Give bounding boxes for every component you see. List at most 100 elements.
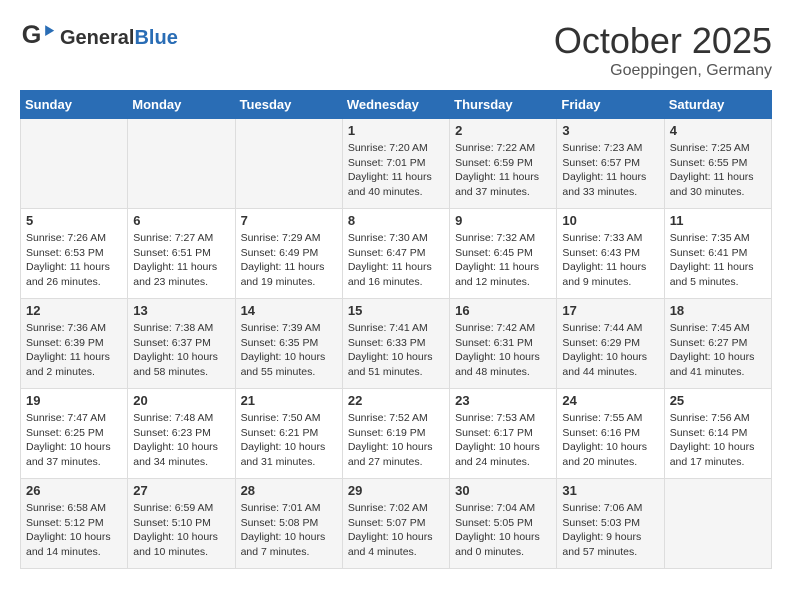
day-number: 28	[241, 483, 337, 498]
calendar-cell: 7 Sunrise: 7:29 AM Sunset: 6:49 PM Daylig…	[235, 209, 342, 299]
day-number: 13	[133, 303, 229, 318]
weekday-header-wednesday: Wednesday	[342, 91, 449, 119]
calendar-cell: 23 Sunrise: 7:53 AM Sunset: 6:17 PM Dayli…	[450, 389, 557, 479]
calendar-cell: 18 Sunrise: 7:45 AM Sunset: 6:27 PM Dayli…	[664, 299, 771, 389]
logo-general: General	[60, 27, 134, 49]
location: Goeppingen, Germany	[554, 62, 772, 80]
day-number: 27	[133, 483, 229, 498]
logo: G GeneralBlue	[20, 20, 178, 56]
calendar-cell: 10 Sunrise: 7:33 AM Sunset: 6:43 PM Dayli…	[557, 209, 664, 299]
day-info: Sunrise: 7:53 AM Sunset: 6:17 PM Dayligh…	[455, 411, 551, 470]
day-info: Sunrise: 7:26 AM Sunset: 6:53 PM Dayligh…	[26, 231, 122, 290]
day-info: Sunrise: 7:30 AM Sunset: 6:47 PM Dayligh…	[348, 231, 444, 290]
calendar-cell: 12 Sunrise: 7:36 AM Sunset: 6:39 PM Dayli…	[21, 299, 128, 389]
calendar-week-row: 26 Sunrise: 6:58 AM Sunset: 5:12 PM Dayli…	[21, 479, 772, 569]
calendar-cell	[21, 119, 128, 209]
calendar-week-row: 19 Sunrise: 7:47 AM Sunset: 6:25 PM Dayli…	[21, 389, 772, 479]
weekday-header-tuesday: Tuesday	[235, 91, 342, 119]
calendar-cell: 31 Sunrise: 7:06 AM Sunset: 5:03 PM Dayli…	[557, 479, 664, 569]
day-info: Sunrise: 7:01 AM Sunset: 5:08 PM Dayligh…	[241, 501, 337, 560]
day-number: 3	[562, 123, 658, 138]
day-number: 16	[455, 303, 551, 318]
logo-blue: Blue	[134, 27, 177, 49]
day-number: 10	[562, 213, 658, 228]
weekday-header-sunday: Sunday	[21, 91, 128, 119]
day-info: Sunrise: 7:29 AM Sunset: 6:49 PM Dayligh…	[241, 231, 337, 290]
calendar-cell: 8 Sunrise: 7:30 AM Sunset: 6:47 PM Daylig…	[342, 209, 449, 299]
calendar-cell: 28 Sunrise: 7:01 AM Sunset: 5:08 PM Dayli…	[235, 479, 342, 569]
day-number: 29	[348, 483, 444, 498]
day-info: Sunrise: 7:41 AM Sunset: 6:33 PM Dayligh…	[348, 321, 444, 380]
day-number: 15	[348, 303, 444, 318]
day-info: Sunrise: 7:06 AM Sunset: 5:03 PM Dayligh…	[562, 501, 658, 560]
day-number: 12	[26, 303, 122, 318]
weekday-header-saturday: Saturday	[664, 91, 771, 119]
day-number: 24	[562, 393, 658, 408]
day-info: Sunrise: 7:55 AM Sunset: 6:16 PM Dayligh…	[562, 411, 658, 470]
day-number: 17	[562, 303, 658, 318]
day-info: Sunrise: 7:52 AM Sunset: 6:19 PM Dayligh…	[348, 411, 444, 470]
day-number: 26	[26, 483, 122, 498]
day-number: 9	[455, 213, 551, 228]
calendar-cell: 29 Sunrise: 7:02 AM Sunset: 5:07 PM Dayli…	[342, 479, 449, 569]
day-number: 7	[241, 213, 337, 228]
month-title: October 2025	[554, 20, 772, 62]
day-number: 19	[26, 393, 122, 408]
day-info: Sunrise: 7:20 AM Sunset: 7:01 PM Dayligh…	[348, 141, 444, 200]
calendar-cell: 2Sunrise: 7:22 AM Sunset: 6:59 PM Daylig…	[450, 119, 557, 209]
day-info: Sunrise: 7:35 AM Sunset: 6:41 PM Dayligh…	[670, 231, 766, 290]
calendar-cell: 26 Sunrise: 6:58 AM Sunset: 5:12 PM Dayli…	[21, 479, 128, 569]
calendar-cell: 22Sunrise: 7:52 AM Sunset: 6:19 PM Dayli…	[342, 389, 449, 479]
calendar-cell: 25 Sunrise: 7:56 AM Sunset: 6:14 PM Dayli…	[664, 389, 771, 479]
title-block: October 2025 Goeppingen, Germany	[554, 20, 772, 80]
calendar-cell: 1 Sunrise: 7:20 AM Sunset: 7:01 PM Daylig…	[342, 119, 449, 209]
calendar-cell: 3Sunrise: 7:23 AM Sunset: 6:57 PM Daylig…	[557, 119, 664, 209]
day-info: Sunrise: 7:42 AM Sunset: 6:31 PM Dayligh…	[455, 321, 551, 380]
day-info: Sunrise: 7:47 AM Sunset: 6:25 PM Dayligh…	[26, 411, 122, 470]
calendar-cell	[235, 119, 342, 209]
day-number: 25	[670, 393, 766, 408]
day-info: Sunrise: 6:58 AM Sunset: 5:12 PM Dayligh…	[26, 501, 122, 560]
day-number: 30	[455, 483, 551, 498]
day-info: Sunrise: 7:33 AM Sunset: 6:43 PM Dayligh…	[562, 231, 658, 290]
calendar-table: SundayMondayTuesdayWednesdayThursdayFrid…	[20, 90, 772, 569]
day-info: Sunrise: 7:56 AM Sunset: 6:14 PM Dayligh…	[670, 411, 766, 470]
calendar-cell: 13Sunrise: 7:38 AM Sunset: 6:37 PM Dayli…	[128, 299, 235, 389]
day-number: 21	[241, 393, 337, 408]
day-number: 14	[241, 303, 337, 318]
day-info: Sunrise: 7:02 AM Sunset: 5:07 PM Dayligh…	[348, 501, 444, 560]
day-info: Sunrise: 7:48 AM Sunset: 6:23 PM Dayligh…	[133, 411, 229, 470]
day-number: 8	[348, 213, 444, 228]
day-info: Sunrise: 7:36 AM Sunset: 6:39 PM Dayligh…	[26, 321, 122, 380]
day-number: 1	[348, 123, 444, 138]
page-header: G GeneralBlue October 2025 Goeppingen, G…	[20, 20, 772, 80]
day-number: 31	[562, 483, 658, 498]
day-number: 18	[670, 303, 766, 318]
calendar-week-row: 5Sunrise: 7:26 AM Sunset: 6:53 PM Daylig…	[21, 209, 772, 299]
svg-text:G: G	[22, 21, 42, 49]
logo-icon: G	[20, 18, 56, 54]
calendar-cell: 27Sunrise: 6:59 AM Sunset: 5:10 PM Dayli…	[128, 479, 235, 569]
calendar-cell: 24 Sunrise: 7:55 AM Sunset: 6:16 PM Dayli…	[557, 389, 664, 479]
day-info: Sunrise: 7:32 AM Sunset: 6:45 PM Dayligh…	[455, 231, 551, 290]
day-info: Sunrise: 7:50 AM Sunset: 6:21 PM Dayligh…	[241, 411, 337, 470]
day-number: 11	[670, 213, 766, 228]
calendar-cell: 11 Sunrise: 7:35 AM Sunset: 6:41 PM Dayli…	[664, 209, 771, 299]
day-info: Sunrise: 7:39 AM Sunset: 6:35 PM Dayligh…	[241, 321, 337, 380]
day-info: Sunrise: 7:45 AM Sunset: 6:27 PM Dayligh…	[670, 321, 766, 380]
day-info: Sunrise: 7:44 AM Sunset: 6:29 PM Dayligh…	[562, 321, 658, 380]
day-info: Sunrise: 7:25 AM Sunset: 6:55 PM Dayligh…	[670, 141, 766, 200]
day-number: 23	[455, 393, 551, 408]
calendar-cell	[664, 479, 771, 569]
calendar-cell: 9 Sunrise: 7:32 AM Sunset: 6:45 PM Daylig…	[450, 209, 557, 299]
calendar-cell: 30Sunrise: 7:04 AM Sunset: 5:05 PM Dayli…	[450, 479, 557, 569]
calendar-week-row: 12 Sunrise: 7:36 AM Sunset: 6:39 PM Dayli…	[21, 299, 772, 389]
calendar-cell: 20Sunrise: 7:48 AM Sunset: 6:23 PM Dayli…	[128, 389, 235, 479]
calendar-cell: 14 Sunrise: 7:39 AM Sunset: 6:35 PM Dayli…	[235, 299, 342, 389]
calendar-cell: 15 Sunrise: 7:41 AM Sunset: 6:33 PM Dayli…	[342, 299, 449, 389]
day-number: 2	[455, 123, 551, 138]
weekday-header-friday: Friday	[557, 91, 664, 119]
calendar-cell: 17 Sunrise: 7:44 AM Sunset: 6:29 PM Dayli…	[557, 299, 664, 389]
weekday-header-monday: Monday	[128, 91, 235, 119]
calendar-cell: 21 Sunrise: 7:50 AM Sunset: 6:21 PM Dayli…	[235, 389, 342, 479]
